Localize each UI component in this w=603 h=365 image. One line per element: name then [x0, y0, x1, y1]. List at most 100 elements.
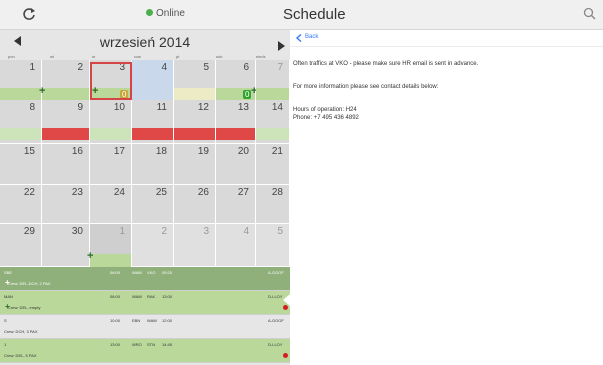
day-cell[interactable]: 2	[132, 224, 174, 267]
day-cell[interactable]: 9	[42, 100, 90, 144]
day-number: 30	[71, 226, 83, 237]
day-cell[interactable]: 25	[132, 185, 174, 224]
refresh-icon[interactable]	[22, 7, 36, 21]
weekday-label: wt	[50, 54, 54, 59]
day-cell[interactable]: 10	[90, 100, 132, 144]
flight-marker-icon: +	[39, 85, 46, 97]
day-cell[interactable]: 22	[0, 185, 42, 224]
flight-row[interactable]: MAN 08:00 WAW RAK 13:00 D-LLOY + Crew: D…	[0, 291, 290, 315]
day-number: 27	[237, 187, 249, 198]
day-cell[interactable]: 30	[42, 224, 90, 267]
aircraft-reg: D-LLOY	[268, 342, 283, 347]
day-number: 4	[161, 62, 167, 73]
day-number: 21	[271, 146, 283, 157]
day-cell[interactable]: 8	[0, 100, 42, 144]
flight-to: VKO	[147, 270, 156, 275]
flight-arrival-time: 14:45	[162, 342, 173, 347]
crew-info: Crew: DEL-DCH, 2 PAX	[8, 281, 51, 286]
day-cell[interactable]: 1 +	[87, 224, 132, 267]
day-cell[interactable]: 26	[174, 185, 216, 224]
day-number: 1	[119, 226, 125, 237]
day-number: 16	[71, 146, 83, 157]
day-cell[interactable]: 4	[216, 224, 256, 267]
flight-from: WRO	[132, 342, 142, 347]
day-cell[interactable]: 7	[256, 60, 290, 100]
day-number: 2	[77, 62, 83, 73]
flight-to: WAW	[147, 318, 157, 323]
month-title: wrzesień 2014	[99, 34, 191, 50]
day-number: 25	[155, 187, 167, 198]
day-cell[interactable]: 20	[216, 144, 256, 185]
day-cell[interactable]: 11	[132, 100, 174, 144]
day-cell[interactable]: 6 0 +	[216, 60, 257, 100]
info-line: Phone: +7 495 436 4892	[293, 115, 359, 121]
day-cell[interactable]: 15	[0, 144, 42, 185]
day-number: 11	[156, 102, 167, 113]
aircraft-reg: D-LLOY	[268, 294, 283, 299]
day-cell[interactable]: 4	[132, 60, 174, 100]
day-cell[interactable]: 19	[174, 144, 216, 185]
day-cell[interactable]: 28	[256, 185, 290, 224]
day-cell[interactable]: 17	[90, 144, 132, 185]
day-cell[interactable]: 23	[42, 185, 90, 224]
day-number: 3	[203, 226, 209, 237]
search-icon[interactable]	[583, 7, 596, 20]
day-cell[interactable]: 12	[174, 100, 216, 144]
back-label: Back	[305, 34, 319, 40]
flight-code: 1	[4, 342, 7, 347]
flight-row[interactable]: SBE 06:00 WAW VKO 09:20 A-GOOF + Crew: D…	[0, 267, 290, 291]
day-cell[interactable]: 18	[132, 144, 174, 185]
day-number: 14	[271, 102, 283, 113]
back-bar: Back	[290, 30, 603, 47]
weekday-label: czw	[134, 54, 141, 59]
flight-arrival-time: 12:00	[162, 318, 173, 323]
day-number: 13	[237, 102, 249, 113]
info-line: For more information please see contact …	[293, 84, 439, 90]
day-cell[interactable]: 3	[174, 224, 216, 267]
day-number: 2	[161, 226, 167, 237]
aircraft-reg: A-GOOF	[268, 270, 284, 275]
day-cell[interactable]: 13	[216, 100, 256, 144]
weekday-label: sob	[216, 54, 223, 59]
day-cell[interactable]: 5	[256, 224, 290, 267]
day-cell[interactable]: 1	[0, 60, 42, 100]
flight-departure-time: 13:00	[110, 342, 121, 347]
top-bar: Online Schedule	[0, 0, 603, 30]
day-cell[interactable]: 24	[90, 185, 132, 224]
status-dot-icon	[146, 9, 153, 16]
flight-marker-icon: +	[87, 250, 94, 262]
day-number: 23	[71, 187, 83, 198]
online-status: Online	[146, 8, 185, 19]
day-number: 18	[155, 146, 167, 157]
flight-departure-time: 06:00	[110, 270, 121, 275]
day-number: 26	[197, 187, 209, 198]
day-cell[interactable]: 29	[0, 224, 42, 267]
flight-row[interactable]: 1 13:00 WRO STN 14:45 D-LLOY Crew: DEL, …	[0, 339, 290, 363]
calendar-header: wrzesień 2014 pon wt śr czw pt sob niedz	[0, 30, 290, 60]
day-cell[interactable]: 5	[174, 60, 216, 100]
info-line: Hours of operation: H24	[293, 107, 357, 113]
day-cell[interactable]: 14	[256, 100, 290, 144]
day-cell[interactable]: 27	[216, 185, 256, 224]
next-month-arrow-icon[interactable]	[278, 41, 285, 51]
day-number: 20	[237, 146, 249, 157]
weekday-label: pt	[176, 54, 180, 59]
online-label: Online	[156, 8, 185, 19]
day-cell[interactable]: 2 +	[39, 60, 90, 100]
calendar-panel: wrzesień 2014 pon wt śr czw pt sob niedz…	[0, 30, 290, 365]
flight-from: WAW	[132, 294, 142, 299]
day-number: 22	[23, 187, 35, 198]
day-number: 17	[113, 146, 125, 157]
day-cell[interactable]: 16	[42, 144, 90, 185]
day-cell[interactable]: 21	[256, 144, 290, 185]
day-number: 9	[77, 102, 83, 113]
weekday-label: śr	[92, 54, 96, 59]
crew-info: Crew: DCH, 3 PAX	[4, 329, 38, 334]
flight-to: RAK	[147, 294, 156, 299]
flight-code: S	[4, 318, 7, 323]
day-number: 5	[203, 62, 209, 73]
flight-arrival-time: 09:20	[162, 270, 173, 275]
day-number: 28	[271, 187, 283, 198]
flight-row[interactable]: S 10:00 EBN WAW 12:00 A-GOOF Crew: DCH, …	[0, 315, 290, 339]
day-number: 12	[197, 102, 209, 113]
